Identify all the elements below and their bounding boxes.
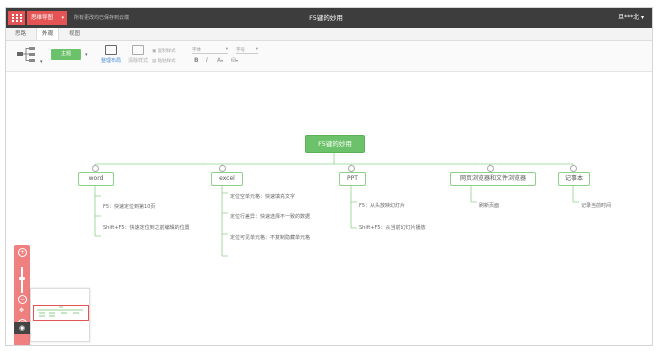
leaf-node[interactable]: 定位可见单元格：不复制隐藏单元格: [230, 234, 310, 241]
zoom-slider[interactable]: [21, 267, 23, 293]
font-color-button[interactable]: A▾: [217, 57, 223, 64]
chevron-down-icon: ▾: [61, 15, 64, 21]
clear-format-label: 清除样式: [128, 58, 149, 64]
theme-dropdown-icon[interactable]: ▾: [85, 52, 88, 58]
tab-appearance[interactable]: 外观: [36, 28, 60, 40]
layout-button[interactable]: 整理布局: [101, 45, 121, 64]
eraser-icon: [132, 45, 144, 55]
background-color-button[interactable]: ⛁▾: [231, 57, 238, 64]
leaf-node[interactable]: 刷新页面: [479, 202, 499, 209]
user-name: 旦***北: [618, 14, 640, 21]
copy-style-button[interactable]: ▣ 复制样式: [152, 48, 176, 54]
branch-node-ppt[interactable]: PPT: [339, 172, 366, 186]
root-node[interactable]: F5键的妙用: [305, 135, 365, 153]
leaf-node[interactable]: F5：从头放映幻灯片: [359, 202, 405, 209]
app-menu-label: 思维导图: [31, 15, 54, 21]
user-menu[interactable]: 旦***北 ▾: [618, 8, 644, 28]
font-size-placeholder: 字号: [236, 48, 245, 53]
clear-format-button[interactable]: 清除样式: [128, 45, 148, 64]
zoom-out-icon[interactable]: −: [18, 295, 27, 304]
font-size-select[interactable]: 字号 ▾: [236, 47, 258, 54]
font-family-select[interactable]: 字体 ▾: [192, 47, 228, 54]
minimap-viewport[interactable]: [33, 305, 89, 321]
paste-style-button[interactable]: ▤ 粘贴样式: [152, 58, 176, 64]
collapse-toggle-icon[interactable]: [348, 165, 355, 172]
leaf-node[interactable]: F5：快速定位到第10页: [103, 203, 155, 210]
minimap[interactable]: [30, 288, 90, 342]
branch-node-excel[interactable]: excel: [211, 172, 243, 186]
branch-node-browser[interactable]: 网页浏览器和文件浏览器: [450, 172, 536, 186]
collapse-toggle-icon[interactable]: [570, 165, 577, 172]
bold-button[interactable]: B: [194, 57, 199, 64]
leaf-node[interactable]: 定位行差异：快速选择不一致的数据: [230, 213, 310, 220]
zoom-slider-handle[interactable]: [19, 277, 25, 280]
layout-label: 整理布局: [101, 58, 122, 64]
mindmap-canvas[interactable]: F5键的妙用 word excel PPT 网页浏览器和文件浏览器 记事本 F5…: [6, 72, 652, 345]
eye-icon[interactable]: ◉: [14, 322, 30, 334]
toolbar: ▾ 主题 ▾ 整理布局 清除样式 ▣ 复制样式 ▤ 粘贴样式 字体 ▾ 字号 ▾…: [6, 41, 652, 72]
top-bar: 思维导图 ▾ 所有更改均已保存到云端 F5键的妙用 旦***北 ▾: [6, 8, 652, 28]
leaf-node[interactable]: 记录当前时间: [581, 202, 611, 209]
zoom-in-icon[interactable]: +: [18, 248, 27, 257]
structure-icon[interactable]: [16, 45, 38, 63]
move-icon[interactable]: ✥: [18, 307, 25, 314]
theme-button[interactable]: 主题: [51, 49, 81, 60]
font-family-placeholder: 字体: [192, 48, 201, 53]
document-title[interactable]: F5键的妙用: [266, 8, 386, 28]
leaf-node[interactable]: Shift+F5：快速定位到之前编辑的位置: [103, 224, 190, 231]
tab-view[interactable]: 视图: [64, 28, 85, 40]
leaf-node[interactable]: 定位空单元格：快速填充文字: [230, 193, 295, 200]
tab-idea[interactable]: 思路: [10, 28, 31, 40]
branch-node-notepad[interactable]: 记事本: [558, 172, 590, 186]
collapse-toggle-icon[interactable]: [92, 165, 99, 172]
layout-icon: [105, 45, 117, 55]
app-menu-button[interactable]: 思维导图 ▾: [27, 11, 67, 25]
paste-style-label: 粘贴样式: [157, 59, 176, 64]
branch-node-word[interactable]: word: [78, 172, 114, 186]
save-status: 所有更改均已保存到云端: [74, 15, 130, 21]
italic-button[interactable]: I: [206, 57, 208, 64]
collapse-toggle-icon[interactable]: [219, 165, 226, 172]
structure-dropdown-icon[interactable]: ▾: [40, 59, 43, 65]
app-window: 思维导图 ▾ 所有更改均已保存到云端 F5键的妙用 旦***北 ▾ 思路 外观 …: [5, 7, 653, 346]
copy-style-label: 复制样式: [157, 49, 176, 54]
collapse-toggle-icon[interactable]: [487, 165, 494, 172]
tab-bar: 思路 外观 视图: [6, 28, 652, 41]
apps-grid-icon[interactable]: [8, 11, 25, 25]
leaf-node[interactable]: Shift+F5：从当前幻灯片播放: [359, 224, 426, 231]
